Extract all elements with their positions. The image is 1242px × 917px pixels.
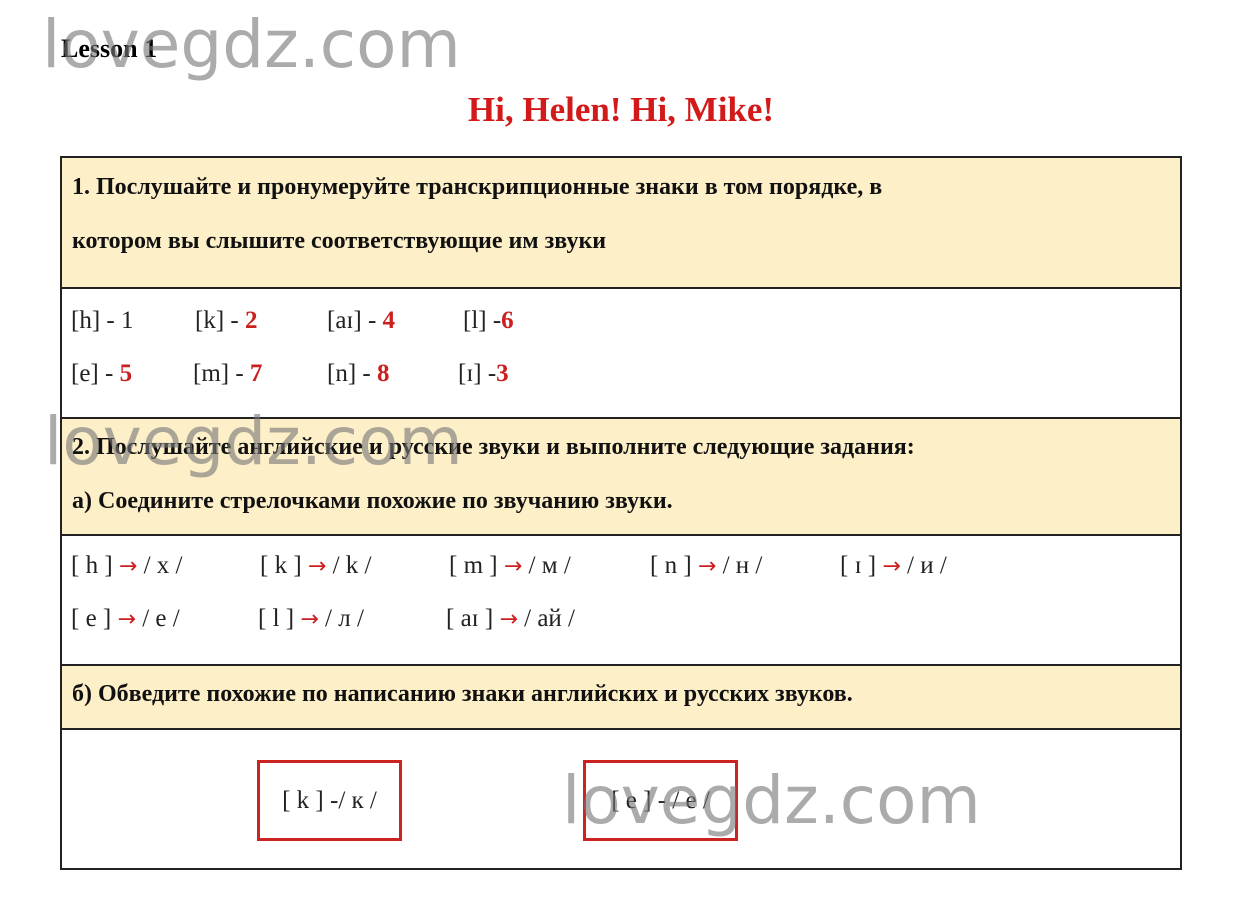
sound-pair: [ h ] → / х / <box>71 552 183 580</box>
task1-instruction-line1: 1. Послушайте и пронумеруйте транскрипци… <box>72 174 883 200</box>
russian-sound: / м / <box>522 552 571 579</box>
sound-number: 1 <box>120 307 134 334</box>
task2-header: 2. Послушайте английские и русские звуки… <box>62 419 1180 536</box>
right-arrow-icon: → <box>307 554 327 579</box>
sound-pair: [ l ] → / л / <box>258 605 364 633</box>
sound-symbol: [m] - <box>193 360 250 387</box>
task3-header: б) Обведите похожие по написанию знаки а… <box>62 666 1180 730</box>
right-arrow-icon: → <box>882 554 901 579</box>
task2-instruction-line1: 2. Послушайте английские и русские звуки… <box>72 434 915 460</box>
sound-pair: [ ɪ ] → / и / <box>840 552 947 580</box>
russian-sound: / k / <box>326 552 372 579</box>
sound-item: [k] - 2 <box>195 307 257 335</box>
right-arrow-icon: → <box>300 607 319 632</box>
task1-header: 1. Послушайте и пронумеруйте транскрипци… <box>62 158 1180 289</box>
russian-sound: / ай / <box>517 605 576 632</box>
sound-item: [h] - 1 <box>71 307 133 335</box>
english-sound: [ e ] <box>71 605 118 632</box>
sound-item: [e] - 5 <box>71 360 132 388</box>
english-sound: [ m ] <box>449 552 504 579</box>
sound-number: 7 <box>249 360 263 387</box>
circled-sound-box: [ k ] -/ к / <box>257 760 402 841</box>
sound-item: [l] -6 <box>463 307 514 335</box>
sound-symbol: [k] - <box>195 307 245 334</box>
english-sound: [ aɪ ] <box>446 605 500 632</box>
russian-sound: / и / <box>900 552 947 579</box>
right-arrow-icon: → <box>118 554 138 579</box>
right-arrow-icon: → <box>117 607 136 632</box>
english-sound: [ ɪ ] <box>840 552 883 579</box>
sound-item: [m] - 7 <box>193 360 262 388</box>
task1-instruction-line2: котором вы слышите соответствующие им зв… <box>72 228 607 254</box>
page-title: Hi, Helen! Hi, Mike! <box>467 90 775 129</box>
circled-sound-box: [ e ] - / е / <box>583 760 738 841</box>
sound-pair: [ e ] → / е / <box>71 605 180 633</box>
sound-symbol: [aɪ] - <box>327 307 383 334</box>
sound-symbol: [ɪ] - <box>458 360 497 387</box>
russian-sound: / е / <box>135 605 180 632</box>
sound-pair: [ k ] → / k / <box>260 552 372 580</box>
task2-answers: [ h ] → / х / [ k ] → / k / [ m ] → / м … <box>62 536 1180 666</box>
sound-item: [ɪ] -3 <box>458 360 509 388</box>
lesson-label: Lesson 1 <box>61 34 158 63</box>
sound-symbol: [n] - <box>327 360 377 387</box>
task1-answers: [h] - 1 [k] - 2 [aɪ] - 4 [l] -6 [e] - 5 … <box>62 289 1180 419</box>
sound-number: 2 <box>244 307 258 334</box>
russian-sound: / л / <box>318 605 364 632</box>
right-arrow-icon: → <box>503 554 523 579</box>
sound-pair: [ n ] → / н / <box>650 552 762 580</box>
sound-pair: [ aɪ ] → / ай / <box>446 605 575 633</box>
task2-instruction-line2: а) Соедините стрелочками похожие по звуч… <box>72 488 673 514</box>
exercise-table: 1. Послушайте и пронумеруйте транскрипци… <box>60 156 1182 870</box>
sound-symbol: [e] - <box>71 360 120 387</box>
sound-number: 3 <box>496 360 509 387</box>
task3-answers: [ k ] -/ к / [ e ] - / е / <box>62 730 1180 870</box>
sound-number: 5 <box>119 360 133 387</box>
english-sound: [ k ] <box>260 552 308 579</box>
sound-symbol: [h] - <box>71 307 121 334</box>
right-arrow-icon: → <box>697 554 717 579</box>
russian-sound: / н / <box>716 552 763 579</box>
sound-item: [n] - 8 <box>327 360 389 388</box>
sound-item: [aɪ] - 4 <box>327 307 395 335</box>
english-sound: [ l ] <box>258 605 301 632</box>
english-sound: [ h ] <box>71 552 119 579</box>
task3-instruction: б) Обведите похожие по написанию знаки а… <box>72 681 853 707</box>
sound-number: 8 <box>376 360 390 387</box>
russian-sound: / х / <box>137 552 183 579</box>
right-arrow-icon: → <box>499 607 518 632</box>
english-sound: [ n ] <box>650 552 698 579</box>
sound-pair: [ m ] → / м / <box>449 552 571 580</box>
sound-number: 4 <box>382 307 396 334</box>
sound-symbol: [l] - <box>463 307 502 334</box>
sound-number: 6 <box>501 307 514 334</box>
